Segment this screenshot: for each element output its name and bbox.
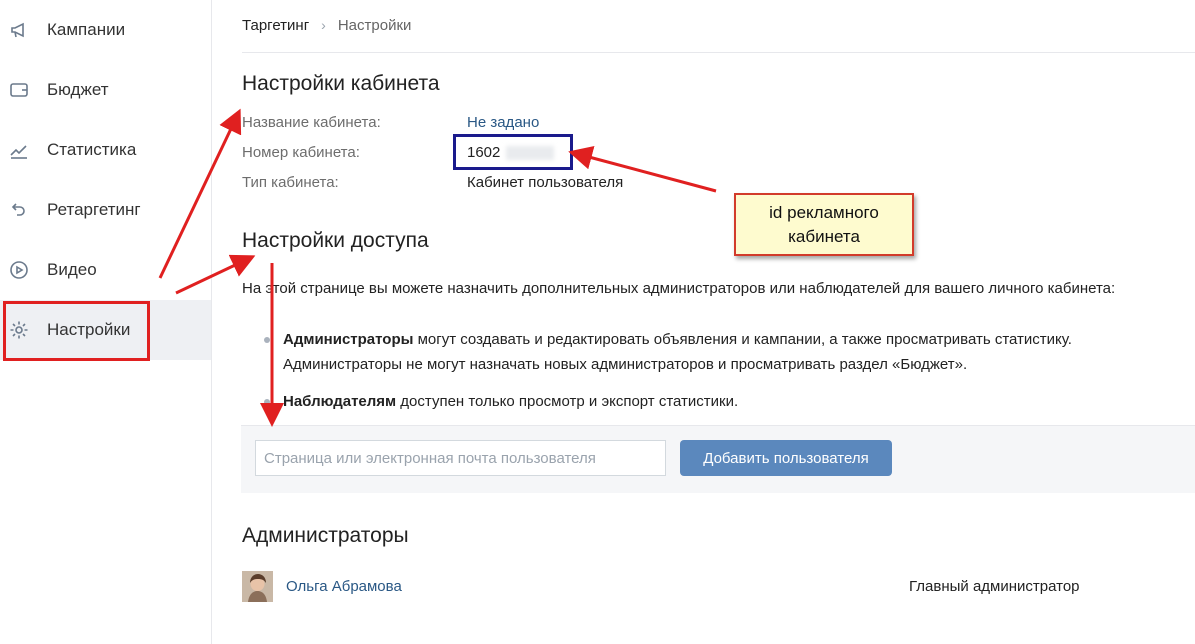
cabinet-type-value: Кабинет пользователя xyxy=(467,174,624,191)
admins-bold: Администраторы xyxy=(283,331,414,348)
cabinet-type-label: Тип кабинета: xyxy=(242,174,339,191)
wallet-icon xyxy=(8,79,30,101)
play-circle-icon xyxy=(8,259,30,281)
observers-bold: Наблюдателям xyxy=(283,393,397,410)
chevron-right-icon: › xyxy=(321,17,326,33)
sidebar-item-label: Видео xyxy=(47,260,97,279)
avatar[interactable] xyxy=(242,571,273,602)
settings-highlight-box xyxy=(3,301,150,361)
annotation-note: id рекламного кабинета xyxy=(734,193,914,256)
sidebar-item-video[interactable]: Видео xyxy=(0,240,211,300)
admins-info: Администраторы могут создавать и редакти… xyxy=(283,327,1072,352)
sidebar-item-label: Кампании xyxy=(47,20,126,39)
user-search-input[interactable] xyxy=(255,440,666,476)
return-arrow-icon xyxy=(8,199,30,221)
megaphone-icon xyxy=(8,19,30,41)
sidebar-item-statistics[interactable]: Статистика xyxy=(0,120,211,180)
cabinet-name-label: Название кабинета: xyxy=(242,114,381,131)
add-user-button[interactable]: Добавить пользователя xyxy=(680,440,892,476)
cabinet-id-highlight-box xyxy=(453,134,573,170)
cabinet-name-value[interactable]: Не задано xyxy=(467,114,539,131)
cabinet-settings-title: Настройки кабинета xyxy=(242,72,440,95)
sidebar-item-label: Статистика xyxy=(47,140,137,159)
sidebar-item-retargeting[interactable]: Ретаргетинг xyxy=(0,180,211,240)
divider xyxy=(242,52,1195,53)
access-description: На этой странице вы можете назначить доп… xyxy=(242,280,1116,297)
admin-name-link[interactable]: Ольга Абрамова xyxy=(286,578,402,595)
admins-info-line2: Администраторы не могут назначать новых … xyxy=(283,356,968,373)
admins-rest: могут создавать и редактировать объявлен… xyxy=(413,331,1072,348)
chart-line-icon xyxy=(8,139,30,161)
observers-rest: доступен только просмотр и экспорт стати… xyxy=(396,393,739,410)
sidebar-item-label: Бюджет xyxy=(47,80,109,99)
sidebar-item-campaigns[interactable]: Кампании xyxy=(0,0,211,60)
bullet-dot xyxy=(264,399,270,405)
access-settings-title: Настройки доступа xyxy=(242,229,429,252)
cabinet-number-label: Номер кабинета: xyxy=(242,144,360,161)
bullet-dot xyxy=(264,337,270,343)
breadcrumb-current: Настройки xyxy=(337,17,412,34)
breadcrumb: Таргетинг › Настройки xyxy=(242,17,411,34)
breadcrumb-root[interactable]: Таргетинг xyxy=(242,17,309,34)
observers-info: Наблюдателям доступен только просмотр и … xyxy=(283,389,738,414)
sidebar-item-label: Ретаргетинг xyxy=(47,200,141,219)
sidebar-item-budget[interactable]: Бюджет xyxy=(0,60,211,120)
admin-role: Главный администратор xyxy=(909,578,1080,595)
administrators-title: Администраторы xyxy=(242,524,409,547)
